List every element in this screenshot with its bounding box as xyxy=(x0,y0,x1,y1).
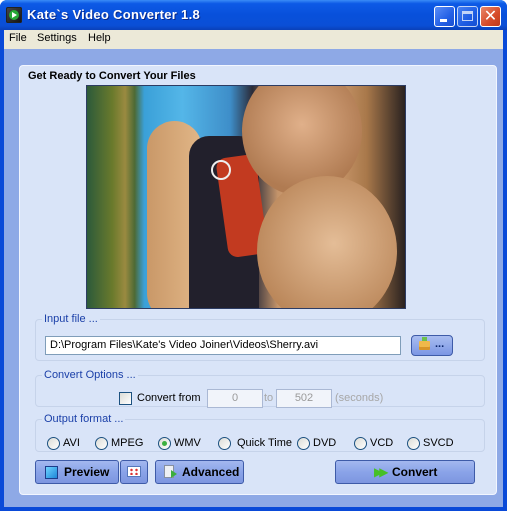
radio-label: VCD xyxy=(370,437,394,449)
screen-frame-icon xyxy=(127,466,141,477)
document-arrow-icon xyxy=(164,465,177,478)
radio-button-icon xyxy=(407,437,420,450)
radio-label: MPEG xyxy=(111,437,144,449)
close-icon: ✕ xyxy=(483,8,498,25)
window-title: Kate`s Video Converter 1.8 xyxy=(27,7,201,22)
convert-from-label[interactable]: Convert from xyxy=(137,392,201,404)
advanced-label: Advanced xyxy=(182,465,240,479)
folder-open-icon xyxy=(419,337,430,350)
seconds-label: (seconds) xyxy=(335,392,384,404)
radio-label: WMV xyxy=(174,437,201,449)
radio-button-icon xyxy=(47,437,60,450)
close-button[interactable]: ✕ xyxy=(480,6,501,27)
input-file-legend: Input file ... xyxy=(44,313,98,325)
preview-label: Preview xyxy=(64,465,110,479)
panel-heading: Get Ready to Convert Your Files xyxy=(28,70,196,82)
radio-label: SVCD xyxy=(423,437,454,449)
menu-file[interactable]: File xyxy=(9,32,27,44)
menu-help[interactable]: Help xyxy=(88,32,111,44)
input-file-group: Input file ... D:\Program Files\Kate's V… xyxy=(35,313,485,361)
convert-from-checkbox[interactable] xyxy=(119,392,132,405)
convert-label: Convert xyxy=(392,465,438,479)
minimize-button[interactable] xyxy=(434,6,455,27)
radio-button-icon xyxy=(354,437,367,450)
convert-button[interactable]: ▶▶ Convert xyxy=(335,460,475,484)
browse-label: ... xyxy=(435,338,445,350)
maximize-button[interactable] xyxy=(457,6,478,27)
convert-from-start-field[interactable]: 0 xyxy=(207,389,263,408)
browse-button[interactable]: ... xyxy=(411,335,453,356)
input-file-path-field[interactable]: D:\Program Files\Kate's Video Joiner\Vid… xyxy=(45,336,401,355)
radio-label: Quick Time xyxy=(237,437,293,449)
maximize-icon xyxy=(462,11,473,21)
preview-button[interactable]: Preview xyxy=(35,460,119,484)
monitor-icon xyxy=(45,466,58,479)
radio-button-icon xyxy=(218,437,231,450)
minimize-icon xyxy=(440,19,447,22)
radio-button-selected-icon xyxy=(158,437,171,450)
app-icon[interactable] xyxy=(6,7,22,23)
menu-bar: File Settings Help xyxy=(4,30,503,49)
screen-capture-button[interactable] xyxy=(120,460,148,484)
radio-label: DVD xyxy=(313,437,337,449)
convert-from-end-field[interactable]: 502 xyxy=(276,389,332,408)
video-frame-knee xyxy=(257,176,397,308)
radio-label: AVI xyxy=(63,437,80,449)
video-frame-ring xyxy=(211,160,231,180)
video-preview xyxy=(86,85,406,309)
output-format-group: Output format ... AVI MPEG WMV Quick Tim… xyxy=(35,413,485,452)
menu-settings[interactable]: Settings xyxy=(37,32,77,44)
fast-forward-icon: ▶▶ xyxy=(374,465,389,479)
main-panel: Get Ready to Convert Your Files Input fi… xyxy=(19,65,497,495)
client-area: Get Ready to Convert Your Files Input fi… xyxy=(4,49,503,507)
to-label: to xyxy=(264,392,274,404)
radio-button-icon xyxy=(95,437,108,450)
convert-options-group: Convert Options ... Convert from 0 to 50… xyxy=(35,369,485,408)
radio-button-icon xyxy=(297,437,310,450)
app-window: Kate`s Video Converter 1.8 ✕ File Settin… xyxy=(0,0,507,511)
output-format-legend: Output format ... xyxy=(44,413,124,425)
convert-options-legend: Convert Options ... xyxy=(44,369,136,381)
advanced-button[interactable]: Advanced xyxy=(155,460,244,484)
title-bar[interactable]: Kate`s Video Converter 1.8 ✕ xyxy=(0,0,507,30)
